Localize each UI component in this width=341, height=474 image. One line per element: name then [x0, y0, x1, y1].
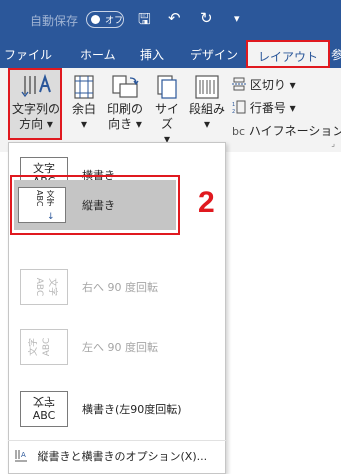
- line-numbers-icon: 1 2: [232, 100, 246, 115]
- size-label: サイズ: [154, 102, 179, 131]
- toggle-state: オフ: [105, 16, 124, 26]
- options-label: 縦書きと横書きのオプション(X)...: [37, 450, 208, 463]
- vertical-option-highlight: [10, 175, 180, 235]
- menu-item-label: 左へ 90 度回転: [82, 341, 158, 354]
- ribbon-tabs: ファイル ホーム 挿入 デザイン レイアウト 参: [0, 40, 341, 68]
- rotate-right-text-icon: 文字 ABC: [20, 269, 68, 305]
- rotate-left-text-icon: 文字 ABC: [20, 329, 68, 365]
- text-direction-button[interactable]: 文字列の 方向 ▾: [10, 74, 62, 132]
- margins-button[interactable]: 余白 ▾: [66, 74, 102, 132]
- breaks-button[interactable]: 区切り ▾: [232, 76, 296, 93]
- breaks-label: 区切り ▾: [249, 78, 296, 92]
- tab-file[interactable]: ファイル: [4, 46, 52, 63]
- save-icon[interactable]: 🖫: [138, 9, 151, 34]
- line-numbers-label: 行番号 ▾: [249, 101, 296, 115]
- hyphenation-label: ハイフネーション ▾: [248, 124, 341, 138]
- horizontal-rotated-text-icon: 文字 ABC: [20, 391, 68, 427]
- hyphenation-button[interactable]: bc ハイフネーション ▾: [232, 122, 341, 139]
- group-dialog-launcher-icon[interactable]: ⌟: [331, 139, 335, 148]
- tab-references[interactable]: 参: [331, 46, 341, 63]
- title-bar: 自動保存 オフ 🖫 ↶ ↻ ▾: [0, 0, 341, 40]
- menu-item-horizontal-rotated[interactable]: 文字 ABC 横書き(左90度回転): [14, 384, 220, 434]
- menu-separator: [8, 440, 226, 441]
- orientation-label-1: 印刷の: [106, 102, 143, 116]
- breaks-icon: [232, 77, 246, 91]
- tab-home[interactable]: ホーム: [80, 46, 116, 63]
- text-direction-label-1: 文字列の: [11, 102, 60, 116]
- margins-arrow: ▾: [80, 117, 88, 131]
- autosave-label: 自動保存: [30, 14, 79, 28]
- toggle-knob: [91, 15, 100, 24]
- text-direction-options-link[interactable]: A 縦書きと横書きのオプション(X)...: [14, 448, 207, 464]
- autosave-toggle[interactable]: オフ: [86, 11, 124, 28]
- hyphenation-icon: bc: [232, 125, 246, 138]
- size-icon: [157, 75, 177, 99]
- ribbon-body: 文字列の 方向 ▾ 余白 ▾ 印刷の 向き ▾ サイズ ▾ 段組み ▾ 区切り …: [0, 68, 341, 152]
- size-button[interactable]: サイズ ▾: [150, 74, 184, 147]
- tab-design[interactable]: デザイン: [190, 46, 238, 63]
- menu-item-label: 右へ 90 度回転: [82, 281, 158, 294]
- line-numbers-button[interactable]: 1 2 行番号 ▾: [232, 99, 296, 116]
- margins-icon: [74, 75, 94, 99]
- orientation-icon: [112, 75, 139, 98]
- svg-text:1: 1: [232, 102, 235, 108]
- columns-icon: [195, 75, 219, 99]
- columns-button[interactable]: 段組み ▾: [188, 74, 226, 132]
- tab-insert[interactable]: 挿入: [140, 46, 164, 63]
- redo-icon[interactable]: ↻: [200, 9, 213, 27]
- tab-layout[interactable]: レイアウト: [246, 40, 331, 68]
- columns-label: 段組み: [188, 102, 225, 116]
- orientation-label-2: 向き ▾: [108, 117, 142, 131]
- text-direction-icon: [21, 74, 51, 98]
- menu-item-label: 横書き(左90度回転): [82, 403, 182, 416]
- orientation-button[interactable]: 印刷の 向き ▾: [104, 74, 146, 132]
- menu-item-rotate-left: 文字 ABC 左へ 90 度回転: [14, 322, 220, 372]
- svg-text:2: 2: [232, 109, 235, 114]
- options-icon: A: [15, 450, 27, 462]
- undo-icon[interactable]: ↶: [168, 9, 181, 27]
- margins-label: 余白: [71, 102, 96, 116]
- columns-arrow: ▾: [203, 117, 211, 131]
- step-number: 2: [198, 186, 215, 219]
- customize-qat-icon[interactable]: ▾: [234, 12, 240, 25]
- text-direction-label-2: 方向 ▾: [19, 117, 53, 131]
- svg-text:A: A: [21, 451, 26, 459]
- menu-item-rotate-right: 文字 ABC 右へ 90 度回転: [14, 262, 220, 312]
